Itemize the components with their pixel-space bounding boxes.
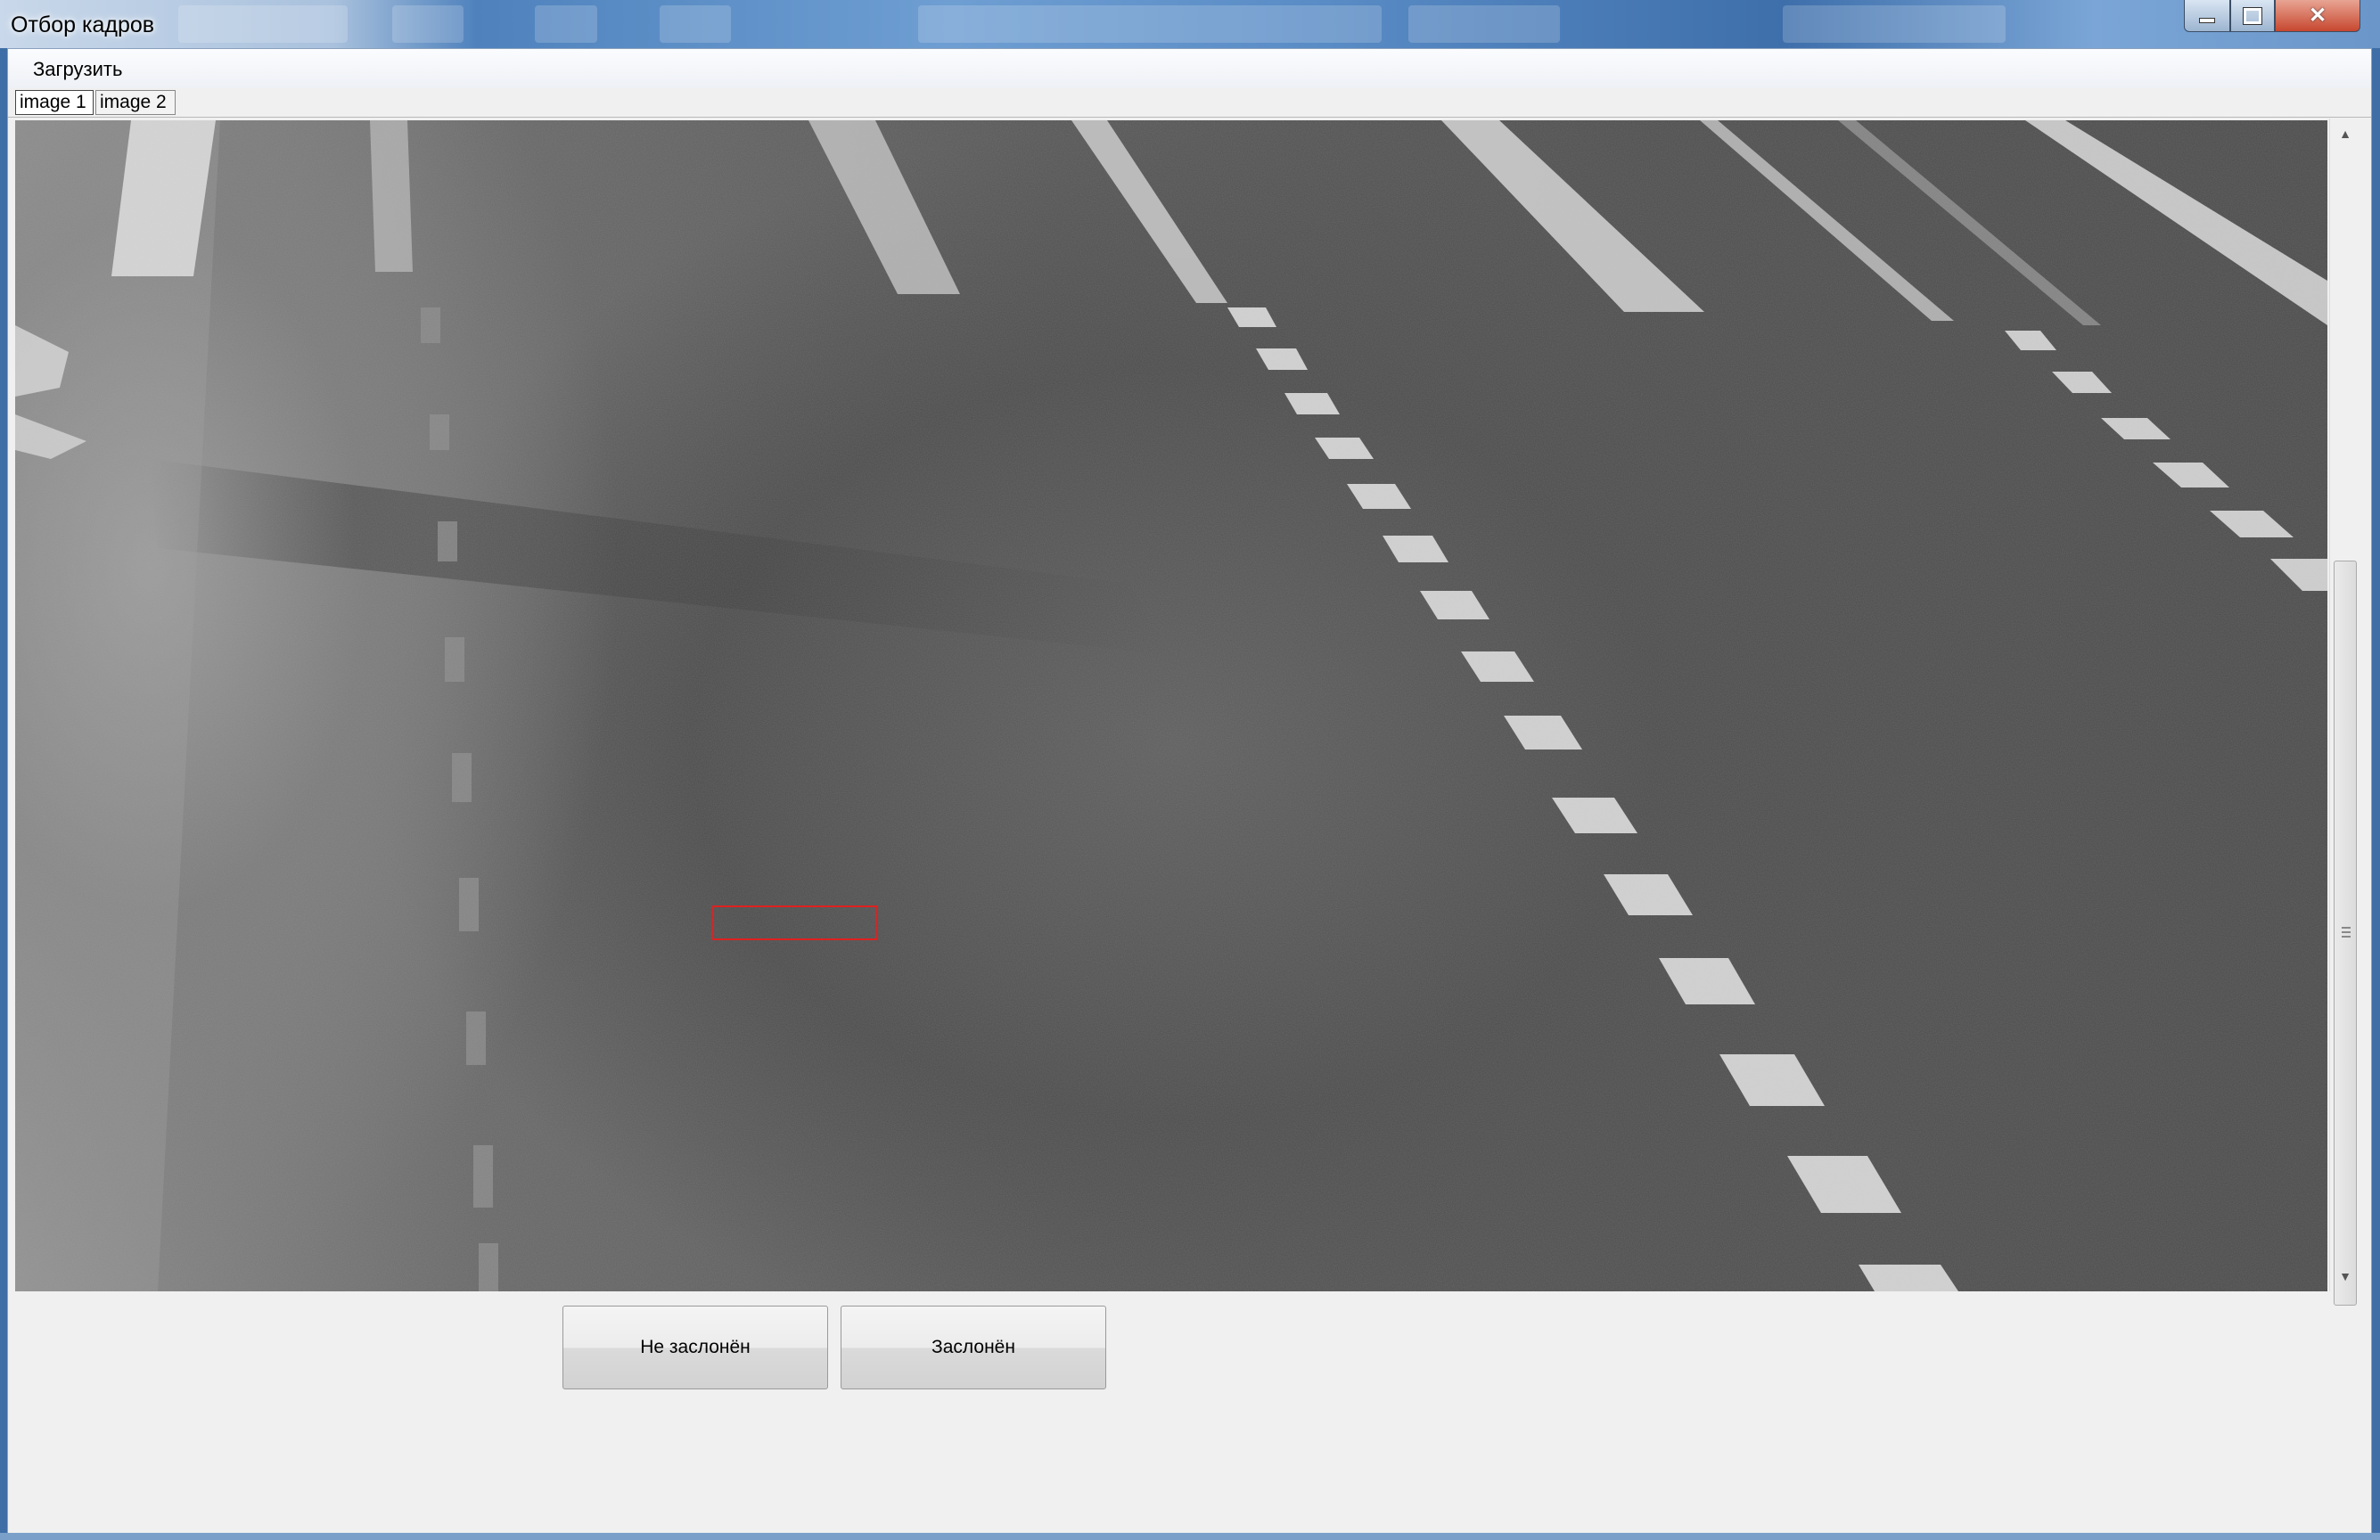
road-frame-image <box>15 120 2327 1291</box>
not-occluded-button[interactable]: Не заслонён <box>562 1306 828 1389</box>
taskbar-ghost <box>1408 5 1560 43</box>
taskbar-ghost <box>535 5 597 43</box>
frame-image-viewer[interactable] <box>15 120 2327 1291</box>
tab-image-2[interactable]: image 2 <box>95 90 176 115</box>
maximize-icon <box>2243 6 2262 25</box>
app-window: Отбор кадров ✕ Загрузить image 1 image 2 <box>0 0 2380 1540</box>
minimize-button[interactable] <box>2184 0 2230 32</box>
grip-icon <box>2342 927 2351 938</box>
maximize-button[interactable] <box>2230 0 2275 32</box>
occluded-button[interactable]: Заслонён <box>841 1306 1106 1389</box>
window-border-bottom <box>0 1533 2380 1540</box>
title-bar[interactable]: Отбор кадров ✕ <box>0 0 2380 48</box>
image-grain <box>15 120 2327 1291</box>
close-icon: ✕ <box>2308 4 2327 28</box>
scrollbar-thumb[interactable] <box>2334 561 2357 1306</box>
scroll-down-arrow-icon[interactable]: ▼ <box>2330 1261 2360 1291</box>
tab-divider <box>8 117 2371 118</box>
minimize-icon <box>2199 17 2215 23</box>
menu-load[interactable]: Загрузить <box>26 58 129 81</box>
window-title: Отбор кадров <box>11 12 155 37</box>
client-area: Загрузить image 1 image 2 ▲ ▼ Не заслонё… <box>7 48 2372 1534</box>
tab-image-1[interactable]: image 1 <box>15 90 94 115</box>
menu-bar: Загрузить <box>8 49 2371 88</box>
close-button[interactable]: ✕ <box>2275 0 2360 32</box>
vertical-scrollbar[interactable]: ▲ ▼ <box>2329 119 2360 1306</box>
taskbar-ghost <box>178 5 348 43</box>
taskbar-ghost <box>392 5 464 43</box>
taskbar-ghost <box>1783 5 2006 43</box>
taskbar-ghost <box>918 5 1382 43</box>
scroll-up-arrow-icon[interactable]: ▲ <box>2330 119 2360 149</box>
taskbar-ghost <box>660 5 731 43</box>
